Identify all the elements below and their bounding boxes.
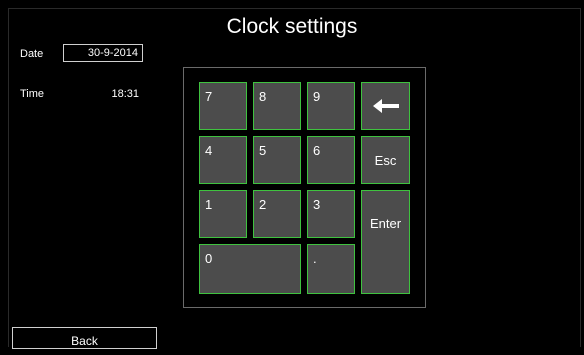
enter-key[interactable]: Enter xyxy=(361,190,410,294)
decimal-point-key[interactable]: . xyxy=(307,244,355,294)
time-label: Time xyxy=(20,88,45,100)
date-label: Date xyxy=(20,48,44,60)
page-title: Clock settings xyxy=(226,15,358,38)
key-4[interactable]: 4 xyxy=(199,136,247,184)
back-button[interactable]: Back xyxy=(12,327,157,349)
time-value[interactable]: 18:31 xyxy=(63,87,139,101)
backspace-key[interactable] xyxy=(361,82,410,130)
key-5[interactable]: 5 xyxy=(253,136,301,184)
key-7[interactable]: 7 xyxy=(199,82,247,130)
key-0[interactable]: 0 xyxy=(199,244,301,294)
key-3[interactable]: 3 xyxy=(307,190,355,238)
left-arrow-icon xyxy=(372,99,399,113)
numeric-keypad: 7 8 9 4 5 6 Esc 1 2 3 Enter 0 . xyxy=(183,67,426,308)
key-9[interactable]: 9 xyxy=(307,82,355,130)
key-1[interactable]: 1 xyxy=(199,190,247,238)
key-2[interactable]: 2 xyxy=(253,190,301,238)
key-8[interactable]: 8 xyxy=(253,82,301,130)
key-6[interactable]: 6 xyxy=(307,136,355,184)
esc-key[interactable]: Esc xyxy=(361,136,410,184)
date-field[interactable]: 30-9-2014 xyxy=(63,44,143,62)
